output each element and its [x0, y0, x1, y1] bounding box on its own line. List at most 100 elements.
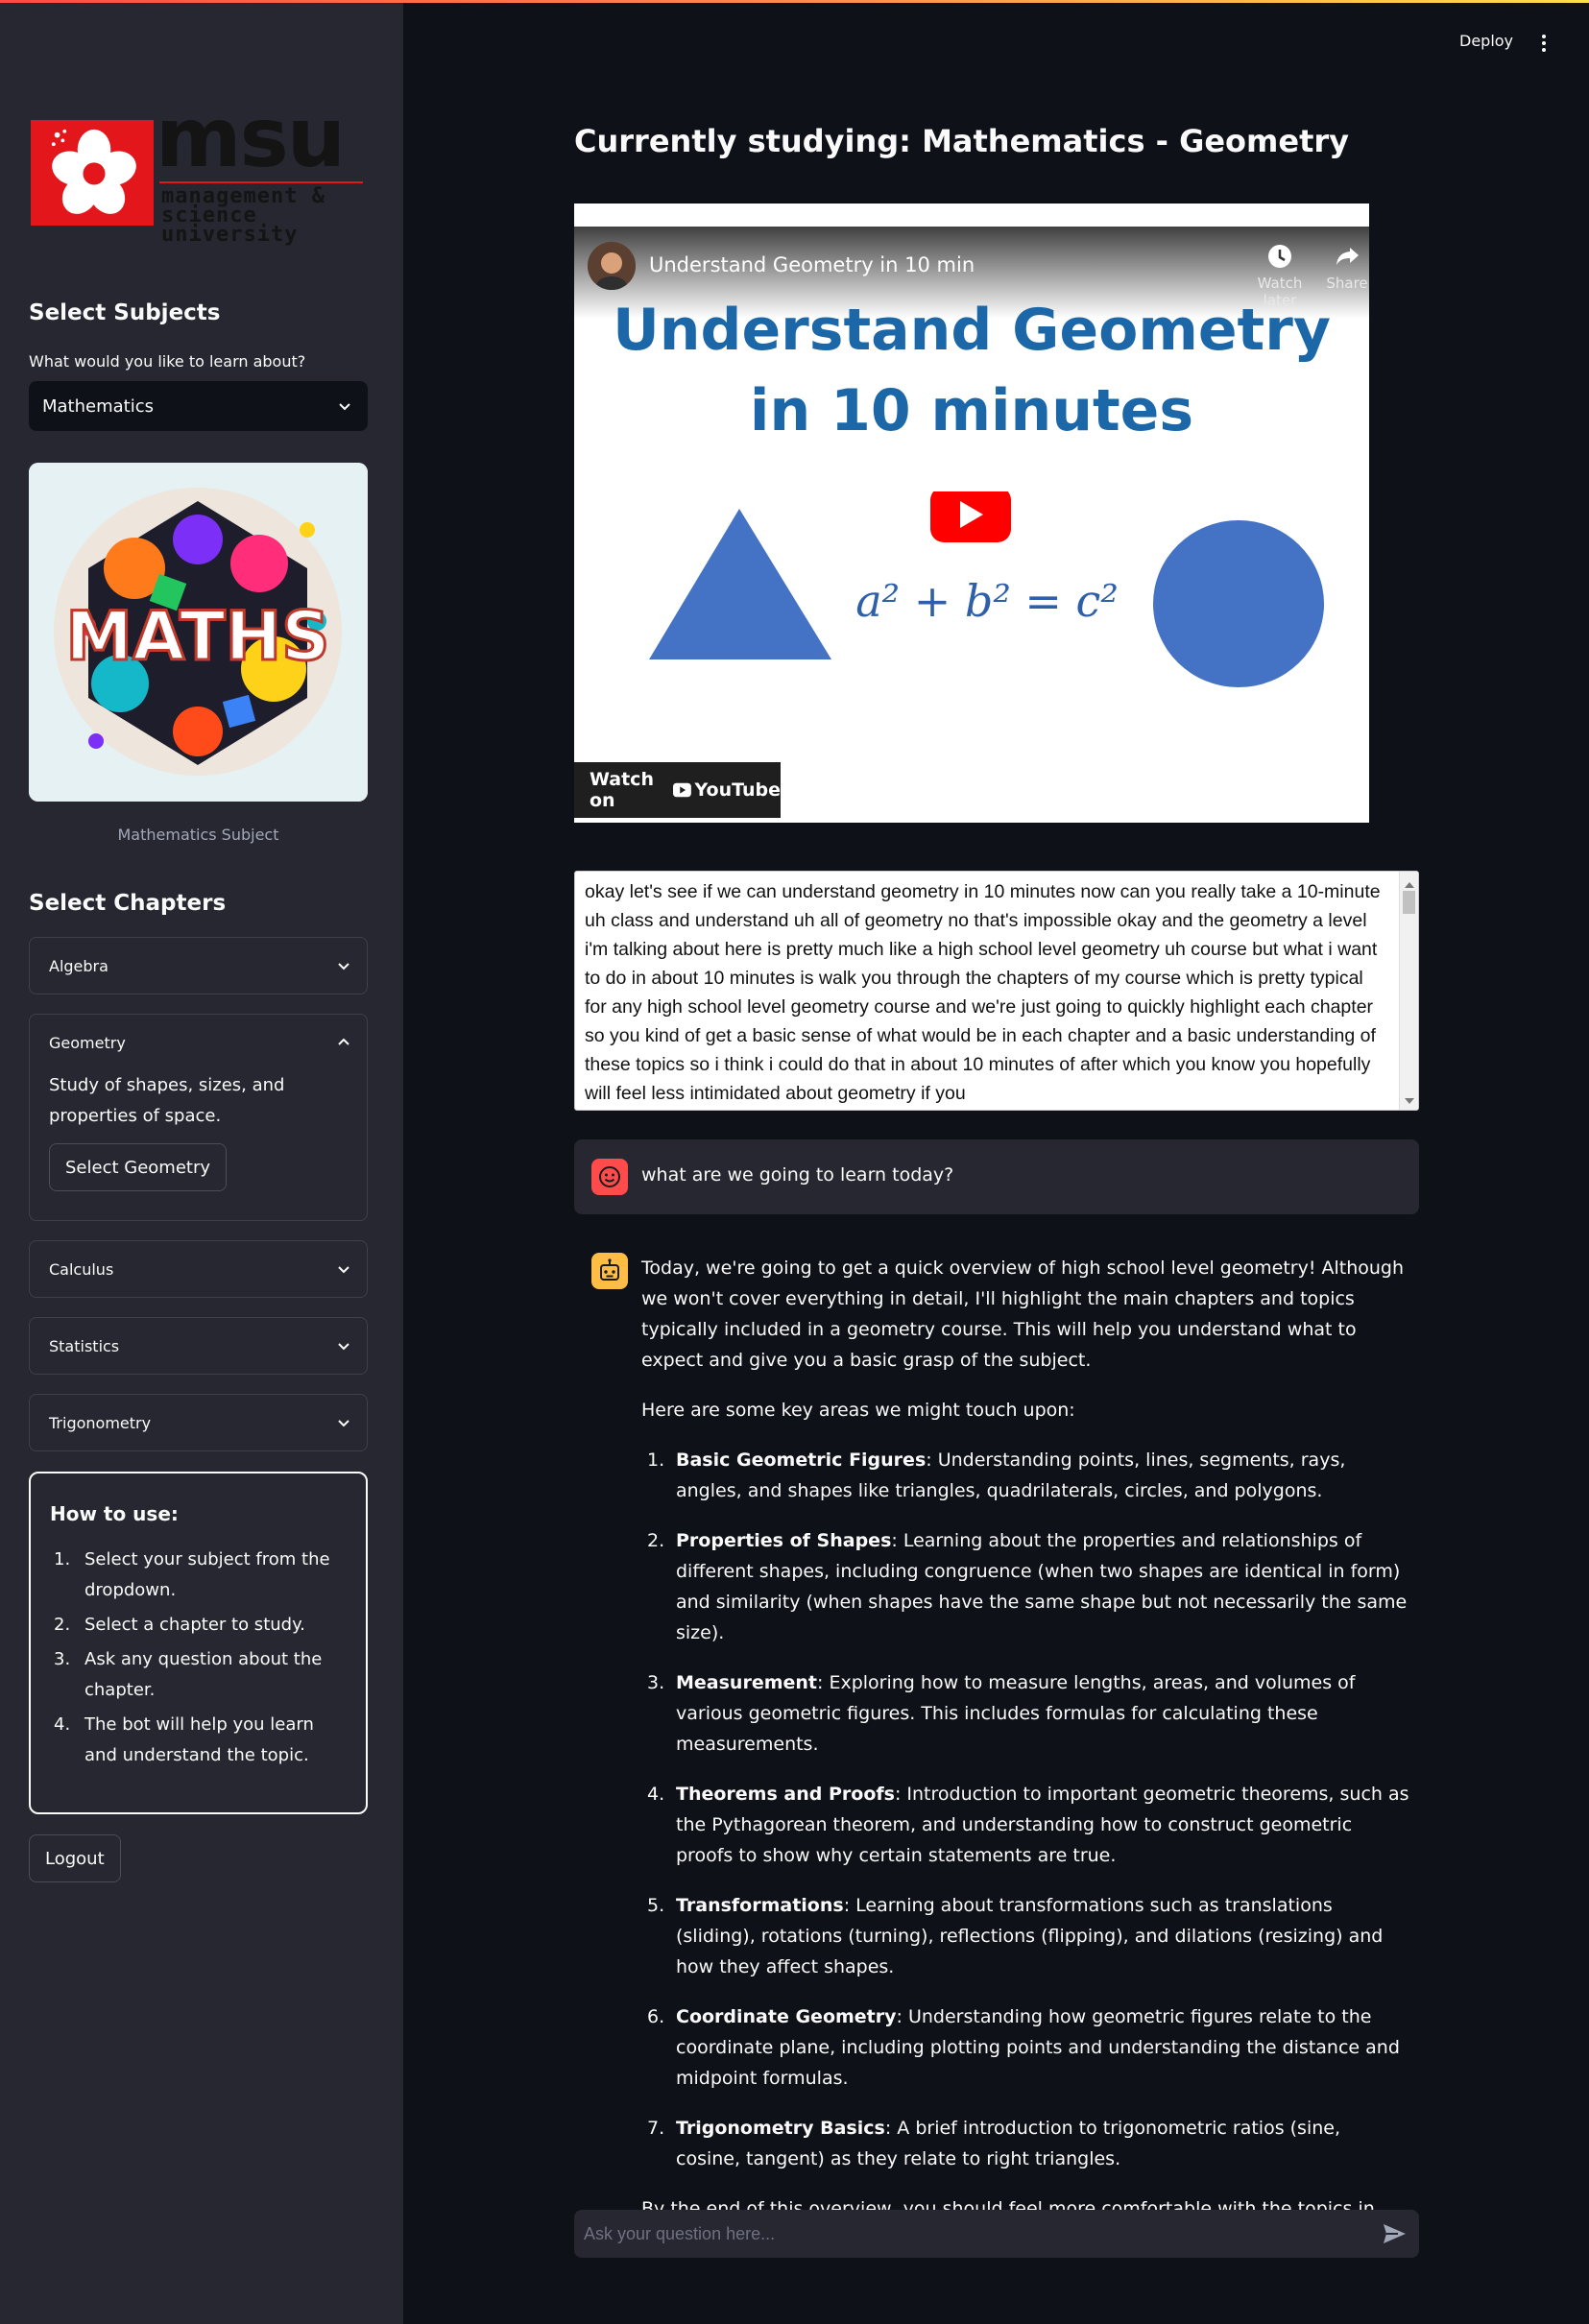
expander-header[interactable]: Algebra [30, 938, 367, 994]
list-term: Measurement [676, 1672, 817, 1693]
chapter-expander-statistics[interactable]: Statistics [29, 1317, 368, 1375]
list-separator: : [896, 2006, 908, 2027]
expander-header[interactable]: Trigonometry [30, 1395, 367, 1450]
smiley-face-icon [599, 1166, 620, 1187]
list-term: Theorems and Proofs [676, 1784, 895, 1805]
subject-select[interactable]: Mathematics [29, 381, 368, 431]
list-separator: : [843, 1895, 856, 1916]
list-number: 7. [647, 2118, 665, 2139]
assistant-topic-list: 1. Basic Geometric Figures: Understanding… [641, 1445, 1409, 2174]
share-button[interactable]: Share [1313, 242, 1369, 292]
expander-header[interactable]: Statistics [30, 1318, 367, 1374]
list-term: Transformations [676, 1895, 844, 1916]
chapter-description: Study of shapes, sizes, and properties o… [49, 1075, 285, 1126]
expander-label: Trigonometry [49, 1413, 152, 1432]
chevron-down-icon [338, 963, 349, 970]
list-item: 5. Transformations: Learning about transf… [641, 1890, 1409, 1982]
list-item: 2. Properties of Shapes: Learning about t… [641, 1525, 1409, 1648]
list-term: Trigonometry Basics [676, 2118, 885, 2139]
select-chapters-heading: Select Chapters [29, 891, 227, 916]
chevron-up-icon [338, 1038, 349, 1045]
list-term: Basic Geometric Figures [676, 1450, 927, 1471]
thumbnail-title-line2: in 10 minutes [749, 377, 1194, 444]
logo-divider [159, 181, 363, 183]
list-separator: : [884, 2118, 898, 2139]
video-thumbnail-title: Understand Geometry in 10 minutes [574, 290, 1369, 451]
assistant-message-content: Today, we're going to get a quick overvi… [641, 1253, 1409, 2274]
sidebar: msu management & science university Sele… [0, 3, 403, 2324]
chapter-expander-calculus[interactable]: Calculus [29, 1240, 368, 1298]
expander-header[interactable]: Geometry [30, 1015, 367, 1070]
video-transcript-textarea[interactable]: okay let's see if we can understand geom… [574, 871, 1419, 1111]
person-icon [588, 242, 636, 290]
expander-label: Geometry [49, 1033, 126, 1052]
transcript-scrollbar[interactable] [1399, 872, 1418, 1110]
list-separator: : [817, 1672, 830, 1693]
deploy-button[interactable]: Deploy [1459, 32, 1513, 50]
list-number: 1. [647, 1450, 665, 1471]
list-separator: : [894, 1784, 907, 1805]
list-number: 5. [647, 1895, 665, 1916]
youtube-wordmark: YouTube [694, 779, 781, 801]
subject-select-label: What would you like to learn about? [29, 352, 306, 371]
circle-shape [1153, 520, 1324, 687]
how-to-step: 4. The bot will help you learn and unders… [54, 1714, 314, 1765]
list-term: Properties of Shapes [676, 1530, 892, 1551]
list-item: 6. Coordinate Geometry: Understanding how… [641, 2001, 1409, 2094]
logo-wordmark: msu [156, 90, 346, 186]
expander-header[interactable]: Calculus [30, 1241, 367, 1297]
list-item: 4. Theorems and Proofs: Introduction to i… [641, 1779, 1409, 1871]
list-number: 4. [647, 1784, 665, 1805]
list-separator: : [926, 1450, 938, 1471]
how-to-step-text: The bot will help you learn and understa… [84, 1714, 314, 1765]
msu-logo: msu management & science university [29, 97, 365, 246]
logout-button[interactable]: Logout [29, 1834, 121, 1882]
chapter-expander-trigonometry[interactable]: Trigonometry [29, 1394, 368, 1451]
kebab-menu-icon[interactable] [1534, 33, 1553, 54]
select-geometry-button[interactable]: Select Geometry [49, 1143, 228, 1191]
chevron-down-icon [338, 1343, 349, 1351]
scroll-down-arrow-icon[interactable] [1400, 1094, 1419, 1108]
how-to-step-text: Select a chapter to study. [84, 1615, 305, 1635]
subject-select-value: Mathematics [42, 395, 154, 417]
list-item: 7. Trigonometry Basics: A brief introduct… [641, 2113, 1409, 2174]
share-arrow-icon [1336, 248, 1359, 265]
list-separator: : [891, 1530, 903, 1551]
scroll-up-arrow-icon[interactable] [1400, 878, 1419, 892]
chapter-expander-geometry[interactable]: Geometry Study of shapes, sizes, and pro… [29, 1014, 368, 1221]
youtube-video-embed[interactable]: Understand Geometry in 10 min Watch late… [574, 204, 1369, 823]
select-subjects-heading: Select Subjects [29, 300, 221, 325]
robot-icon [600, 1258, 619, 1281]
expander-label: Calculus [49, 1259, 114, 1279]
list-number: 3. [647, 1672, 665, 1693]
hibiscus-flower-icon [51, 129, 136, 214]
user-chat-message: what are we going to learn today? [574, 1139, 1419, 1214]
assistant-avatar [591, 1253, 628, 1289]
chevron-down-icon [338, 1420, 349, 1427]
how-to-use-box: How to use: 1. Select your subject from t… [29, 1472, 368, 1814]
chevron-down-icon [339, 403, 350, 411]
youtube-logo-icon [672, 782, 691, 798]
subject-image-caption: Mathematics Subject [117, 826, 279, 844]
maths-image-text: MATHS [65, 597, 329, 676]
page-title: Currently studying: Mathematics - Geomet… [574, 123, 1349, 159]
watch-on-youtube-button[interactable]: Watch on YouTube [574, 762, 781, 818]
how-to-step: 3. Ask any question about the chapter. [54, 1649, 323, 1700]
channel-avatar[interactable] [588, 242, 636, 290]
how-to-steps: 1. Select your subject from the dropdown.… [50, 1545, 347, 1771]
scrollbar-thumb[interactable] [1403, 891, 1415, 914]
chat-question-input[interactable] [574, 2210, 1419, 2258]
list-item: 1. Basic Geometric Figures: Understanding… [641, 1445, 1409, 1506]
pythagorean-equation: a² + b² = c² [855, 575, 1119, 627]
chapter-expander-algebra[interactable]: Algebra [29, 937, 368, 994]
how-to-step: 1. Select your subject from the dropdown. [54, 1549, 330, 1600]
triangle-shape [649, 509, 831, 659]
how-to-step: 2. Select a chapter to study. [54, 1615, 305, 1635]
video-title[interactable]: Understand Geometry in 10 min [649, 253, 975, 276]
how-to-use-title: How to use: [50, 1502, 179, 1525]
chevron-down-icon [338, 1266, 349, 1274]
expander-label: Algebra [49, 956, 108, 975]
logo-subtitle-line2: science university [161, 204, 299, 247]
user-avatar [591, 1159, 628, 1195]
send-icon[interactable] [1381, 2220, 1408, 2247]
